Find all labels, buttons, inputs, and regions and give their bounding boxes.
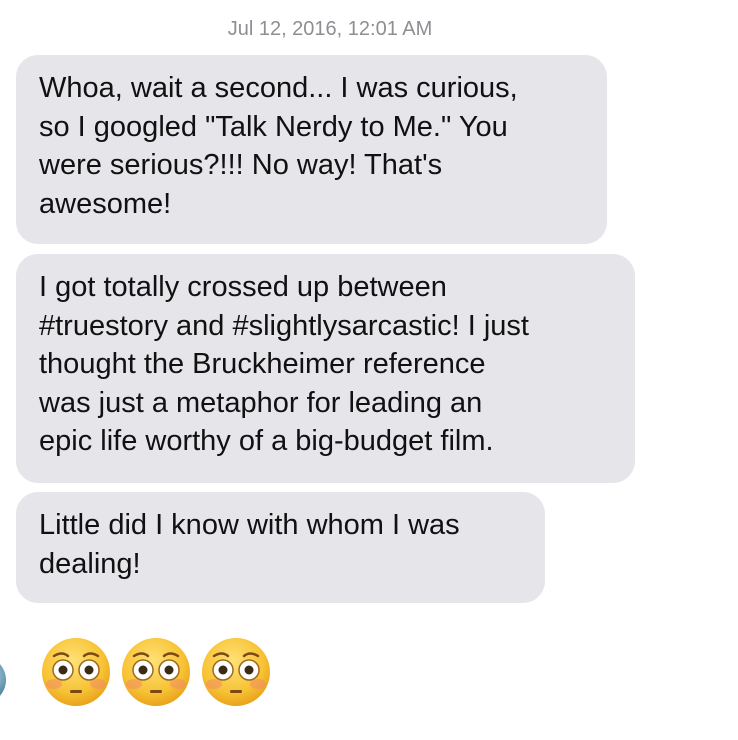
emoji-message[interactable] <box>40 636 272 708</box>
message-timestamp: Jul 12, 2016, 12:01 AM <box>227 18 433 40</box>
sender-avatar[interactable] <box>0 656 6 704</box>
flushed-face-icon <box>202 638 270 706</box>
flushed-face-icon <box>42 638 110 706</box>
message-bubble[interactable]: Whoa, wait a second... I was curious, so… <box>16 55 607 244</box>
message-bubble[interactable]: Little did I know with whom I was dealin… <box>16 492 545 603</box>
message-bubble[interactable]: I got totally crossed up between #truest… <box>16 254 635 483</box>
flushed-face-icon <box>122 638 190 706</box>
